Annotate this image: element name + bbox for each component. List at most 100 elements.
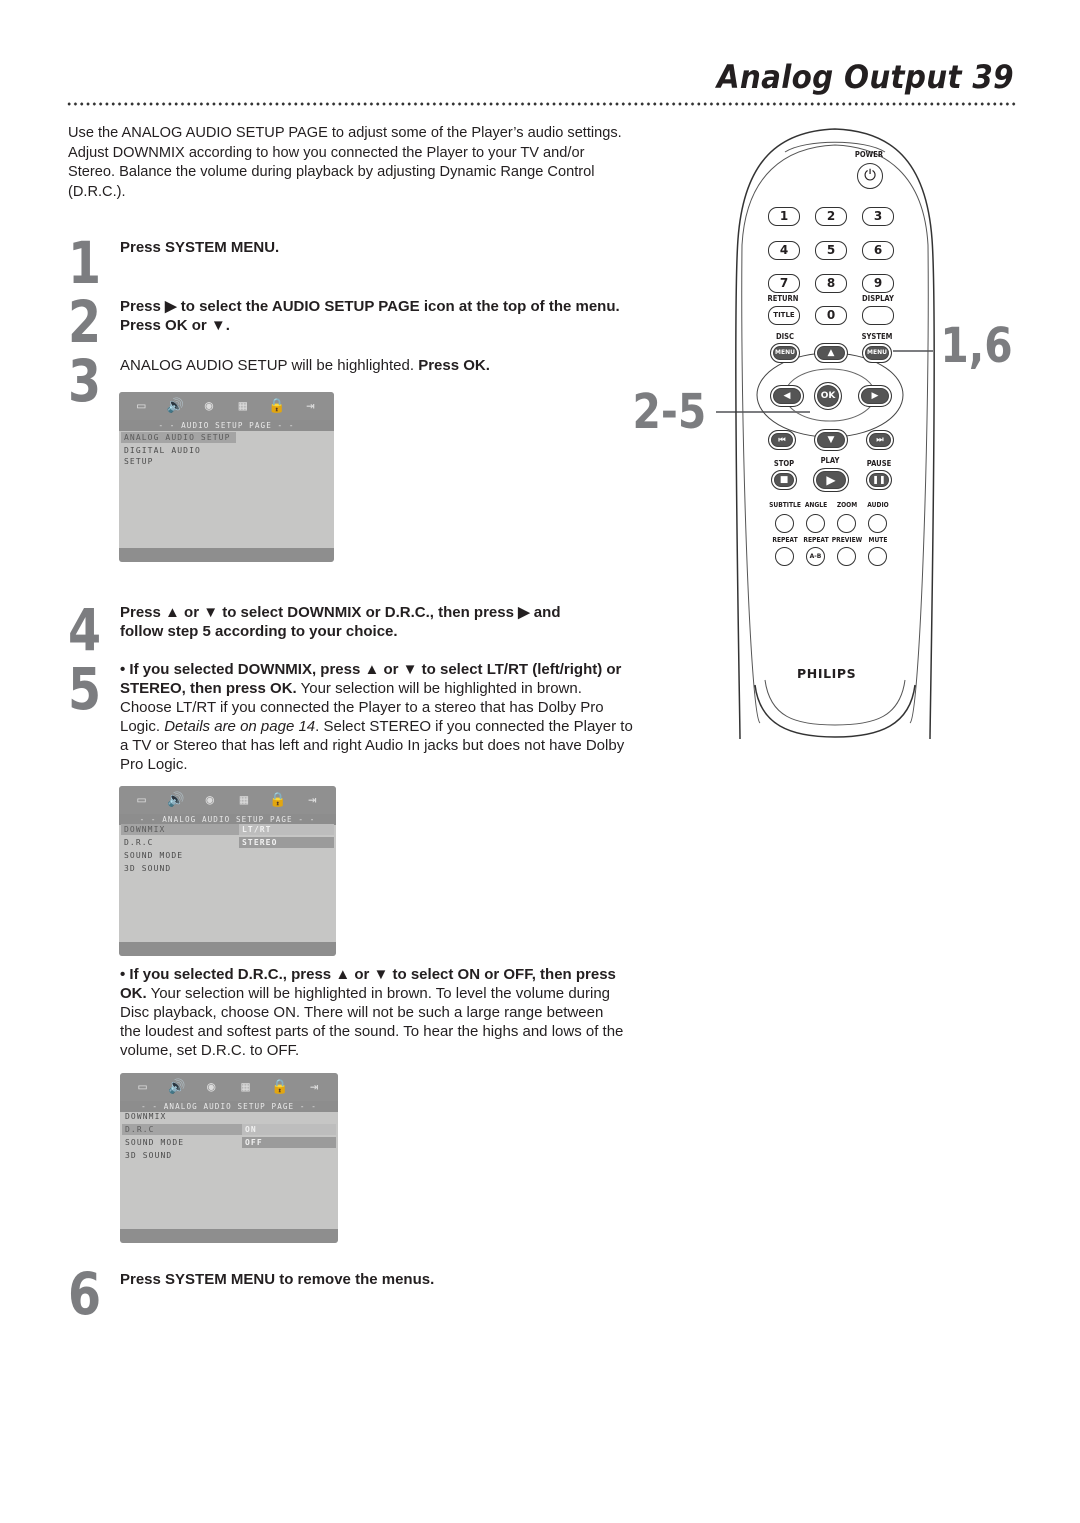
preference-icon: ▦ [238, 398, 249, 414]
disc-label: DISC [775, 332, 795, 341]
intro-paragraph-2: Adjust DOWNMIX according to how you conn… [68, 144, 595, 200]
lock-icon: 🔒 [269, 792, 288, 808]
callout-steps-1-6: 1,6 [940, 318, 1013, 374]
preference-icon: ▦ [239, 792, 250, 808]
audio-speaker-icon: 🔊 [166, 398, 185, 414]
osd-footer-bar [119, 942, 336, 956]
previous-button[interactable]: ⏮ [768, 430, 796, 450]
step-instruction-bold: Press ▲ or ▼ to select DOWNMIX or D.R.C.… [120, 604, 561, 640]
step-instruction-bold: Press OK. [418, 357, 490, 374]
system-menu-button[interactable]: MENU [862, 343, 892, 363]
down-arrow-button[interactable]: ▼ [814, 429, 848, 451]
left-arrow-button[interactable]: ◀ [770, 385, 804, 407]
disc-menu-button[interactable]: MENU [770, 343, 800, 363]
osd-menu-item: D.R.C [124, 838, 154, 847]
osd-option-item: OFF [242, 1137, 336, 1148]
page-title: Analog Output 39 [716, 58, 1014, 96]
step-number-3: 3 [68, 347, 102, 415]
mute-button[interactable] [868, 547, 887, 566]
title-button[interactable]: TITLE [768, 306, 800, 325]
number-9-button[interactable]: 9 [862, 274, 894, 293]
number-5-button[interactable]: 5 [815, 241, 847, 260]
step-2-text: Press ▶ to select the AUDIO SETUP PAGE i… [120, 297, 630, 335]
down-arrow-icon: ▼ [827, 435, 835, 445]
osd-menu-item: DOWNMIX [121, 824, 240, 835]
number-4-button[interactable]: 4 [768, 241, 800, 260]
display-label: DISPLAY [862, 294, 894, 303]
play-button[interactable]: ▶ [813, 468, 849, 492]
step-6-text: Press SYSTEM MENU to remove the menus. [120, 1270, 630, 1289]
pause-label: PAUSE [866, 459, 892, 468]
right-arrow-button[interactable]: ▶ [858, 385, 892, 407]
osd-icon-bar: ▭ 🔊 ◉ ▦ 🔒 ⇥ [119, 392, 334, 420]
osd-menu-item: SOUND MODE [125, 1138, 185, 1147]
step-5-drc-text: • If you selected D.R.C., press ▲ or ▼ t… [120, 965, 625, 1060]
a-b-label: A-B [809, 553, 822, 560]
system-label: SYSTEM [861, 332, 893, 341]
up-arrow-button[interactable]: ▲ [814, 343, 848, 363]
up-arrow-icon: ▲ [827, 348, 835, 358]
preview-button[interactable] [837, 547, 856, 566]
stop-label: STOP [773, 459, 795, 468]
step-number-5: 5 [68, 655, 102, 723]
lock-icon: 🔒 [267, 398, 287, 414]
number-1-button[interactable]: 1 [768, 207, 800, 226]
number-6-button[interactable]: 6 [862, 241, 894, 260]
angle-button[interactable] [806, 514, 825, 533]
step-5-downmix-text: • If you selected DOWNMIX, press ▲ or ▼ … [120, 660, 635, 774]
osd-menu-item: 3D SOUND [124, 864, 172, 873]
number-3-button[interactable]: 3 [862, 207, 894, 226]
osd-menu-item: 3D SOUND [125, 1151, 173, 1160]
audio-speaker-icon: 🔊 [166, 792, 186, 808]
power-button[interactable]: ⏻ [857, 163, 883, 189]
left-arrow-icon: ◀ [783, 391, 791, 401]
osd-footer-bar [120, 1229, 338, 1243]
number-8-button[interactable]: 8 [815, 274, 847, 293]
repeat-a-b-button[interactable]: A-B [806, 547, 825, 566]
step-instruction-bold: Press SYSTEM MENU. [120, 239, 280, 256]
osd-option-item: ON [242, 1124, 336, 1135]
skip-previous-icon: ⏮ [778, 435, 786, 444]
dotted-rule-divider [66, 101, 1018, 107]
preference-icon: ▦ [241, 1079, 251, 1095]
osd-audio-setup-page: ▭ 🔊 ◉ ▦ 🔒 ⇥ - - AUDIO SETUP PAGE - - ANALOG AUD… [119, 392, 334, 562]
osd-icon-bar: ▭ 🔊 ◉ ▦ 🔒 ⇥ [119, 786, 336, 814]
repeat-button[interactable] [775, 547, 794, 566]
audio-label: AUDIO [867, 501, 889, 509]
subtitle-button[interactable] [775, 514, 794, 533]
number-2-button[interactable]: 2 [815, 207, 847, 226]
next-button[interactable]: ⏭ [866, 430, 894, 450]
play-label: PLAY [820, 456, 840, 465]
step-instruction-italic: Details are on page 14 [164, 718, 316, 735]
intro-paragraph-1: Use the ANALOG AUDIO SETUP PAGE to adjus… [68, 125, 622, 141]
osd-icon-bar: ▭ 🔊 ◉ ▦ 🔒 ⇥ [120, 1073, 338, 1101]
number-0-button[interactable]: 0 [815, 306, 847, 325]
osd-menu-item: SOUND MODE [124, 851, 184, 860]
audio-speaker-icon: 🔊 [168, 1079, 187, 1095]
osd-footer-bar [119, 548, 334, 562]
right-arrow-icon: ▶ [871, 391, 879, 401]
lock-icon: 🔒 [271, 1079, 290, 1095]
step-instruction-bold: Press ▶ to select the AUDIO SETUP PAGE i… [120, 298, 620, 334]
osd-analog-audio-setup-downmix: ▭ 🔊 ◉ ▦ 🔒 ⇥ - - ANALOG AUDIO SETUP PAGE - - DOW… [119, 786, 336, 956]
philips-logo: PHILIPS [797, 666, 857, 681]
intro-text: Use the ANALOG AUDIO SETUP PAGE to adjus… [68, 124, 628, 202]
tv-icon: ▭ [138, 1079, 148, 1095]
display-button[interactable] [862, 306, 894, 325]
osd-option-item: STEREO [239, 837, 334, 848]
step-instruction-bold: Press SYSTEM MENU to remove the menus. [120, 1271, 435, 1288]
ok-button[interactable]: OK [814, 382, 842, 410]
stop-button[interactable]: ■ [771, 470, 797, 490]
disc-icon: ◉ [205, 792, 216, 808]
tv-icon: ▭ [137, 792, 147, 808]
number-7-button[interactable]: 7 [768, 274, 800, 293]
tv-icon: ▭ [137, 398, 147, 414]
skip-next-icon: ⏭ [876, 435, 884, 444]
exit-icon: ⇥ [310, 1079, 320, 1095]
stop-icon: ■ [779, 475, 789, 485]
pause-button[interactable]: ❚❚ [866, 470, 892, 490]
zoom-button[interactable] [837, 514, 856, 533]
pause-icon: ❚❚ [872, 475, 886, 484]
osd-option-item: LT/RT [239, 824, 334, 835]
audio-button[interactable] [868, 514, 887, 533]
